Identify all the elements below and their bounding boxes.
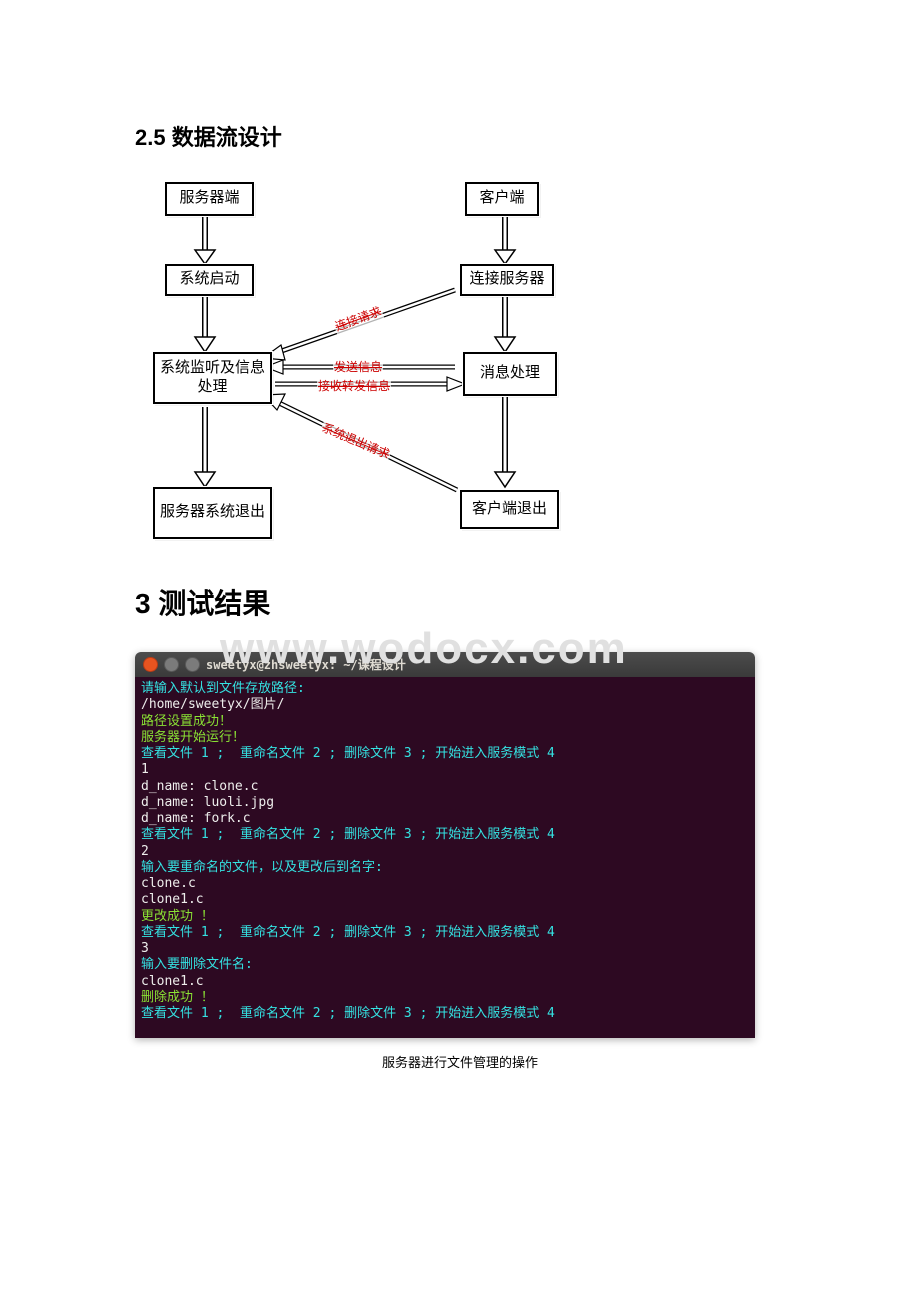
terminal-line: 查看文件 1 ; 重命名文件 2 ; 删除文件 3 ; 开始进入服务模式 4 bbox=[141, 827, 749, 843]
dataflow-diagram: 服务器端 客户端 系统启动 连接服务器 系统监听及信息处理 消息处理 服务器系统… bbox=[145, 182, 585, 552]
terminal-line: 更改成功 ！ bbox=[141, 909, 749, 925]
terminal-line: 1 bbox=[141, 762, 749, 778]
terminal-line: 删除成功 ！ bbox=[141, 990, 749, 1006]
label-send-info: 发送信息 bbox=[333, 358, 383, 375]
box-system-start: 系统启动 bbox=[165, 264, 254, 296]
box-connect-server: 连接服务器 bbox=[460, 264, 554, 296]
terminal-line: 查看文件 1 ; 重命名文件 2 ; 删除文件 3 ; 开始进入服务模式 4 bbox=[141, 1006, 749, 1022]
terminal-line: d_name: fork.c bbox=[141, 811, 749, 827]
terminal-line: 2 bbox=[141, 844, 749, 860]
terminal-line: 请输入默认到文件存放路径: bbox=[141, 681, 749, 697]
screenshot-caption: 服务器进行文件管理的操作 bbox=[135, 1052, 785, 1071]
box-message-process: 消息处理 bbox=[463, 352, 557, 396]
terminal-line: clone.c bbox=[141, 876, 749, 892]
terminal-line: 输入要重命名的文件，以及更改后到名字: bbox=[141, 860, 749, 876]
terminal-title-text: sweetyx@zhsweetyx: ~/课程设计 bbox=[206, 656, 406, 673]
terminal-line: /home/sweetyx/图片/ bbox=[141, 697, 749, 713]
label-recv-forward: 接收转发信息 bbox=[317, 377, 391, 394]
section-2-5-heading: 2.5 数据流设计 bbox=[135, 120, 785, 152]
terminal-line: 3 bbox=[141, 941, 749, 957]
terminal-line: 服务器开始运行！ bbox=[141, 730, 749, 746]
label-connect-request: 连接请求 bbox=[332, 302, 385, 335]
terminal-line: 输入要删除文件名: bbox=[141, 957, 749, 973]
box-client-side: 客户端 bbox=[465, 182, 539, 216]
terminal-window: sweetyx@zhsweetyx: ~/课程设计 请输入默认到文件存放路径:/… bbox=[135, 652, 755, 1038]
terminal-line: 查看文件 1 ; 重命名文件 2 ; 删除文件 3 ; 开始进入服务模式 4 bbox=[141, 925, 749, 941]
terminal-line: d_name: luoli.jpg bbox=[141, 795, 749, 811]
minimize-icon[interactable] bbox=[164, 657, 179, 672]
close-icon[interactable] bbox=[143, 657, 158, 672]
box-client-exit: 客户端退出 bbox=[460, 490, 559, 529]
terminal-line: 路径设置成功！ bbox=[141, 714, 749, 730]
label-exit-request: 系统退出请求 bbox=[319, 418, 394, 463]
terminal-line: d_name: clone.c bbox=[141, 779, 749, 795]
box-listen-process: 系统监听及信息处理 bbox=[153, 352, 272, 404]
terminal-body[interactable]: 请输入默认到文件存放路径:/home/sweetyx/图片/路径设置成功！服务器… bbox=[135, 677, 755, 1038]
terminal-titlebar: sweetyx@zhsweetyx: ~/课程设计 bbox=[135, 652, 755, 677]
section-3-heading: 3 测试结果 bbox=[135, 582, 785, 622]
terminal-line: 查看文件 1 ; 重命名文件 2 ; 删除文件 3 ; 开始进入服务模式 4 bbox=[141, 746, 749, 762]
terminal-line: clone1.c bbox=[141, 974, 749, 990]
terminal-line: clone1.c bbox=[141, 892, 749, 908]
box-server-side: 服务器端 bbox=[165, 182, 254, 216]
box-server-exit: 服务器系统退出 bbox=[153, 487, 272, 539]
maximize-icon[interactable] bbox=[185, 657, 200, 672]
